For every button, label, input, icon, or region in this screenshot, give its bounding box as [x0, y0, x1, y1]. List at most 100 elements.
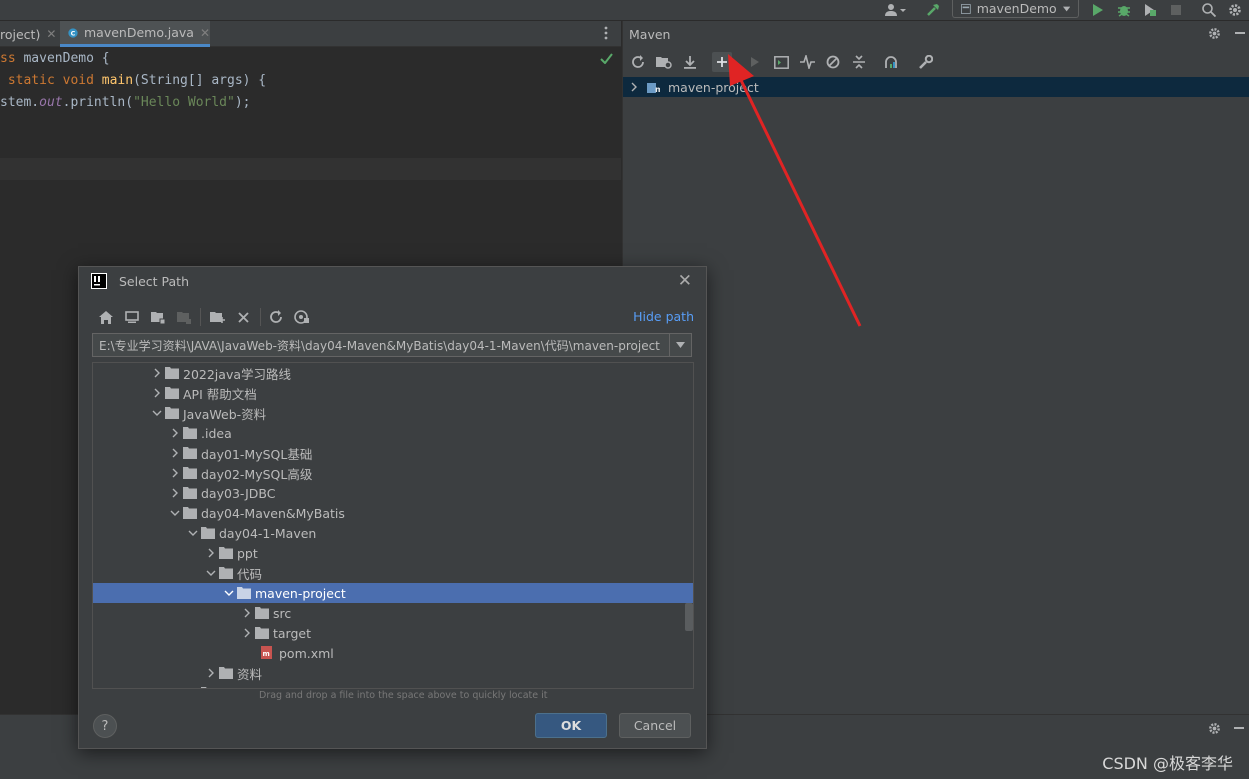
generate-sources-icon[interactable]: [654, 52, 674, 72]
chevron-down-icon: [1062, 6, 1070, 11]
chevron-right-icon[interactable]: [239, 623, 255, 643]
tree-item-selected[interactable]: maven-project: [93, 583, 693, 603]
tab-label: mavenDemo.java: [84, 25, 194, 40]
tree-item[interactable]: 代码: [93, 563, 693, 583]
tab-mavendemo-java[interactable]: C mavenDemo.java ✕: [60, 21, 210, 47]
stop-icon[interactable]: [1166, 0, 1186, 20]
tree-item[interactable]: src: [93, 603, 693, 623]
path-history-dropdown[interactable]: [669, 334, 691, 356]
coverage-icon[interactable]: [1140, 0, 1160, 20]
run-icon[interactable]: [1088, 0, 1108, 20]
tree-item-label: src: [273, 605, 292, 621]
tree-item[interactable]: ppt: [93, 543, 693, 563]
tab-project[interactable]: roject) ✕: [0, 21, 59, 47]
svg-text:C: C: [71, 29, 76, 37]
code-token: (String[] args) {: [133, 73, 267, 88]
show-hidden-files-icon[interactable]: [292, 307, 312, 327]
tree-item[interactable]: JavaWeb-资料: [93, 403, 693, 423]
settings-gear-icon[interactable]: [1225, 0, 1245, 20]
ok-button[interactable]: OK: [535, 713, 607, 738]
code-line-3[interactable]: stem.out.println("Hello World");: [0, 92, 250, 114]
tree-item[interactable]: [93, 683, 693, 688]
tree-item[interactable]: day04-Maven&MyBatis: [93, 503, 693, 523]
chevron-down-icon[interactable]: [167, 503, 183, 523]
tree-item[interactable]: day01-MySQL基础: [93, 443, 693, 463]
folder-icon: [165, 367, 179, 379]
chevron-right-icon[interactable]: [167, 443, 183, 463]
show-dependencies-icon[interactable]: [881, 52, 901, 72]
run-config-label: mavenDemo: [976, 1, 1057, 16]
tree-item-label: day04-Maven&MyBatis: [201, 505, 345, 521]
folder-icon: [183, 447, 197, 459]
select-path-dialog: Select Path ✕ Hide path 2022java学习路线: [78, 266, 707, 749]
folder-icon: [219, 567, 233, 579]
vertical-scrollbar-thumb[interactable]: [685, 603, 693, 631]
code-line-1[interactable]: ss mavenDemo {: [0, 48, 110, 70]
code-line-2[interactable]: static void main(String[] args) {: [0, 70, 266, 92]
chevron-right-icon[interactable]: [631, 82, 638, 92]
minimize-icon[interactable]: [1235, 32, 1245, 34]
chevron-right-icon[interactable]: [149, 383, 165, 403]
tree-item-label: maven-project: [255, 585, 346, 601]
build-hammer-icon[interactable]: [923, 0, 943, 20]
user-icon[interactable]: [880, 0, 910, 20]
home-icon[interactable]: [96, 307, 116, 327]
chevron-down-icon[interactable]: [221, 583, 237, 603]
tree-item[interactable]: .idea: [93, 423, 693, 443]
chevron-right-icon[interactable]: [167, 483, 183, 503]
tree-item[interactable]: day04-1-Maven: [93, 523, 693, 543]
help-button[interactable]: ?: [93, 714, 117, 738]
close-icon[interactable]: ✕: [678, 271, 692, 291]
maven-module-icon: m: [647, 83, 660, 94]
tree-item-label: ppt: [237, 545, 258, 561]
tree-item[interactable]: target: [93, 623, 693, 643]
close-icon[interactable]: ✕: [46, 27, 56, 41]
chevron-down-icon[interactable]: [185, 523, 201, 543]
hide-path-link[interactable]: Hide path: [633, 309, 694, 324]
main-toolbar: mavenDemo: [0, 0, 1249, 21]
cancel-button[interactable]: Cancel: [619, 713, 691, 738]
chevron-right-icon[interactable]: [203, 663, 219, 683]
tree-item[interactable]: day02-MySQL高级: [93, 463, 693, 483]
folder-icon: [183, 487, 197, 499]
minimize-icon[interactable]: [1234, 727, 1244, 729]
project-folder-icon[interactable]: [148, 307, 168, 327]
chevron-down-icon[interactable]: [203, 563, 219, 583]
download-icon[interactable]: [680, 52, 700, 72]
tree-item[interactable]: 2022java学习路线: [93, 363, 693, 383]
tree-item[interactable]: 资料: [93, 663, 693, 683]
desktop-icon[interactable]: [122, 307, 142, 327]
chevron-right-icon[interactable]: [167, 463, 183, 483]
tree-item[interactable]: API 帮助文档: [93, 383, 693, 403]
more-vertical-icon[interactable]: [604, 26, 608, 40]
module-folder-icon[interactable]: [174, 307, 194, 327]
tree-item-label: JavaWeb-资料: [183, 406, 267, 422]
chevron-down-icon[interactable]: [149, 403, 165, 423]
delete-icon[interactable]: [233, 307, 253, 327]
chevron-right-icon[interactable]: [203, 543, 219, 563]
svg-text:m: m: [263, 650, 270, 658]
settings-gear-icon[interactable]: [1208, 27, 1221, 40]
new-folder-icon[interactable]: [207, 307, 227, 327]
chevron-right-icon[interactable]: [239, 603, 255, 623]
chevron-right-icon[interactable]: [149, 363, 165, 383]
java-class-icon: C: [68, 27, 78, 38]
chevron-right-icon[interactable]: [167, 423, 183, 443]
help-label: ?: [101, 718, 109, 734]
run-configuration-select[interactable]: mavenDemo: [952, 0, 1079, 18]
settings-gear-icon[interactable]: [1208, 722, 1221, 735]
tree-item[interactable]: m pom.xml: [93, 643, 693, 663]
search-icon[interactable]: [1199, 0, 1219, 20]
path-combobox[interactable]: [92, 333, 692, 357]
debug-icon[interactable]: [1114, 0, 1134, 20]
chevron-right-icon[interactable]: [185, 683, 201, 688]
tree-item[interactable]: day03-JDBC: [93, 483, 693, 503]
close-icon[interactable]: ✕: [200, 26, 210, 40]
reload-icon[interactable]: [628, 52, 648, 72]
refresh-icon[interactable]: [266, 307, 286, 327]
maven-settings-wrench-icon[interactable]: [916, 52, 936, 72]
file-tree[interactable]: 2022java学习路线 API 帮助文档 JavaWeb-资料 .idea d…: [92, 362, 694, 689]
drag-drop-hint: Drag and drop a file into the space abov…: [259, 690, 548, 701]
tree-item-label: day01-MySQL基础: [201, 446, 313, 462]
path-input[interactable]: [93, 334, 669, 356]
